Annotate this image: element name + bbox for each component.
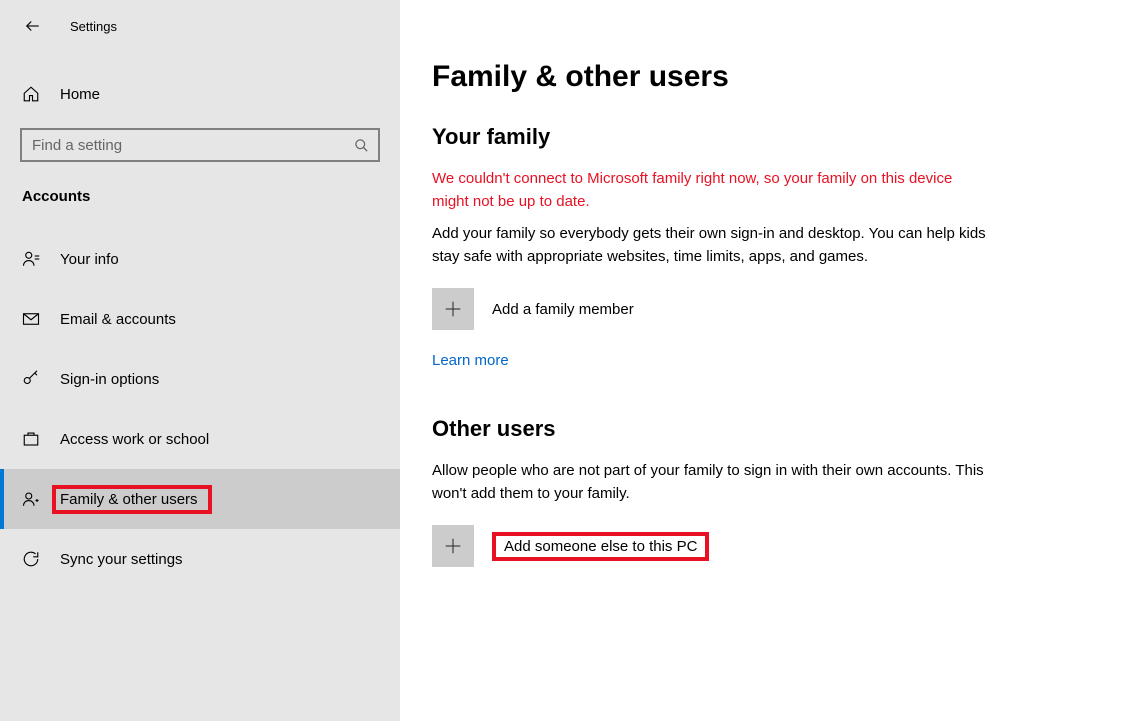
- page-title: Family & other users: [432, 60, 1088, 94]
- add-other-label: Add someone else to this PC: [492, 532, 709, 561]
- sidebar: Settings Home Accounts: [0, 0, 400, 721]
- family-error: We couldn't connect to Microsoft family …: [432, 168, 992, 213]
- sidebar-item-work[interactable]: Access work or school: [0, 409, 400, 469]
- home-icon: [22, 85, 40, 103]
- nav-label: Sync your settings: [60, 551, 183, 568]
- user-plus-icon: [22, 490, 40, 508]
- learn-more-link[interactable]: Learn more: [432, 352, 509, 369]
- nav-items: Your info Email & accounts Sign-in optio…: [0, 229, 400, 589]
- home-nav[interactable]: Home: [0, 72, 400, 116]
- content: Family & other users Your family We coul…: [400, 0, 1128, 721]
- sidebar-item-email[interactable]: Email & accounts: [0, 289, 400, 349]
- nav-label: Your info: [60, 251, 119, 268]
- family-description: Add your family so everybody gets their …: [432, 223, 992, 268]
- sidebar-header: Settings: [0, 8, 400, 44]
- sidebar-item-family[interactable]: Family & other users: [0, 469, 400, 529]
- plus-icon: [432, 288, 474, 330]
- other-users-heading: Other users: [432, 416, 1088, 442]
- add-family-member-button[interactable]: Add a family member: [432, 288, 1088, 330]
- plus-icon: [432, 525, 474, 567]
- sidebar-item-signin[interactable]: Sign-in options: [0, 349, 400, 409]
- home-label: Home: [60, 86, 100, 103]
- sidebar-item-sync[interactable]: Sync your settings: [0, 529, 400, 589]
- nav-label: Family & other users: [52, 485, 212, 514]
- nav-label: Email & accounts: [60, 311, 176, 328]
- settings-title: Settings: [70, 19, 117, 34]
- search-icon: [344, 138, 378, 153]
- mail-icon: [22, 310, 40, 328]
- search-box[interactable]: [20, 128, 380, 162]
- other-users-description: Allow people who are not part of your fa…: [432, 460, 992, 505]
- key-icon: [22, 370, 40, 388]
- nav-label: Access work or school: [60, 431, 209, 448]
- search-input[interactable]: [22, 137, 344, 154]
- back-button[interactable]: [22, 16, 42, 36]
- section-title: Accounts: [0, 162, 400, 219]
- family-heading: Your family: [432, 124, 1088, 150]
- briefcase-icon: [22, 430, 40, 448]
- add-other-user-button[interactable]: Add someone else to this PC: [432, 525, 1088, 567]
- user-icon: [22, 250, 40, 268]
- arrow-left-icon: [23, 17, 41, 35]
- sidebar-item-your-info[interactable]: Your info: [0, 229, 400, 289]
- add-family-label: Add a family member: [492, 301, 634, 318]
- sync-icon: [22, 550, 40, 568]
- nav-label: Sign-in options: [60, 371, 159, 388]
